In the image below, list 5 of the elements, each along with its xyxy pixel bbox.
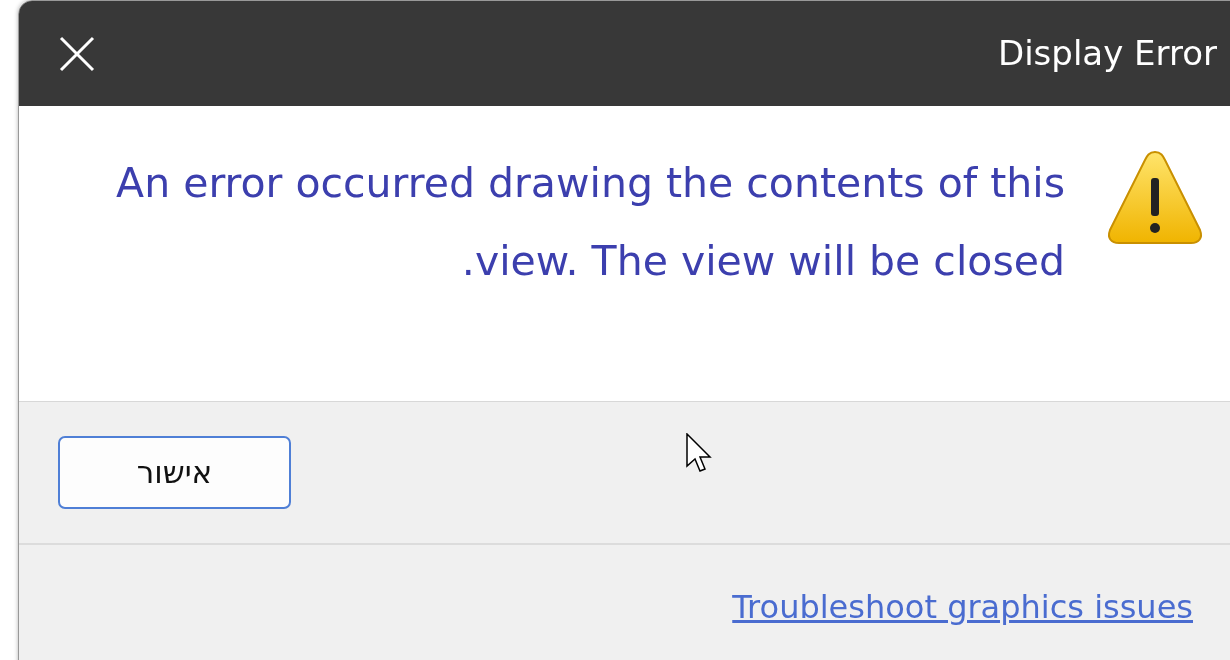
error-message: An error occurred drawing the contents of this view. The view will be closed. (115, 158, 1065, 287)
ok-button[interactable]: אישור (58, 436, 291, 509)
close-icon[interactable] (59, 35, 95, 72)
mouse-cursor-icon (686, 433, 712, 473)
window-title: Display Error (998, 32, 1217, 75)
